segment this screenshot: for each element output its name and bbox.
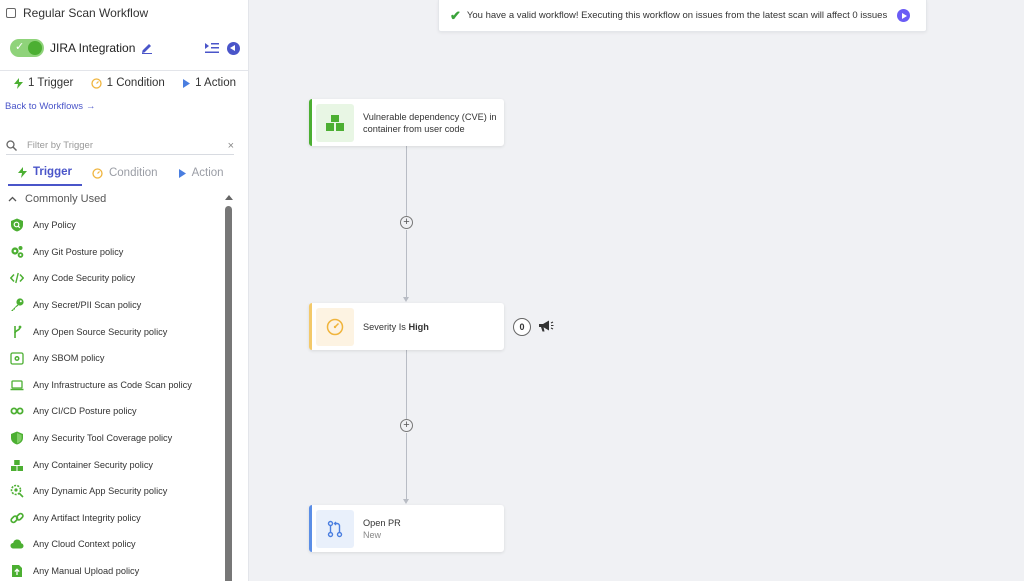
connector-line xyxy=(406,433,407,499)
trigger-line1: Vulnerable dependency (CVE) in xyxy=(363,111,497,122)
cloud-icon xyxy=(10,539,24,549)
issue-count-badge[interactable]: 0 xyxy=(513,318,531,336)
workflow-name: JIRA Integration xyxy=(50,41,136,55)
list-item[interactable]: Any Git Posture policy xyxy=(10,239,215,266)
add-step-plus-icon[interactable]: + xyxy=(400,216,413,229)
condition-value: High xyxy=(408,321,429,332)
list-item[interactable]: Any Container Security policy xyxy=(10,451,215,478)
clear-icon[interactable]: × xyxy=(228,140,234,152)
link-icon xyxy=(10,512,24,524)
list-item[interactable]: Any Open Source Security policy xyxy=(10,318,215,345)
scrollbar-thumb[interactable] xyxy=(225,206,232,581)
window-icon xyxy=(6,7,16,18)
dynamic-gear-icon xyxy=(10,484,24,498)
pull-request-icon xyxy=(316,509,354,548)
play-icon xyxy=(178,168,186,178)
laptop-icon xyxy=(10,380,24,391)
scroll-up-arrow[interactable] xyxy=(225,195,233,200)
list-item[interactable]: Any CI/CD Posture policy xyxy=(10,398,215,425)
play-icon xyxy=(183,78,191,88)
list-item[interactable]: Any Cloud Context policy xyxy=(10,531,215,558)
containers-icon xyxy=(316,103,354,142)
gauge-icon xyxy=(90,77,102,89)
shield-icon xyxy=(11,431,23,445)
list-item[interactable]: Any Code Security policy xyxy=(10,265,215,292)
code-icon xyxy=(10,273,24,284)
containers-icon xyxy=(11,459,23,471)
workflow-counts: 1 Trigger 1 Condition 1 Action xyxy=(14,77,236,89)
condition-node[interactable]: Severity Is High xyxy=(309,303,504,350)
filter-bar: × xyxy=(6,137,234,155)
infinity-icon xyxy=(10,407,24,415)
action-count: 1 Action xyxy=(182,77,236,89)
list-item[interactable]: Any Infrastructure as Code Scan policy xyxy=(10,372,215,399)
gauge-icon xyxy=(92,167,103,179)
gauge-icon xyxy=(316,307,354,346)
trigger-line2: container from user code xyxy=(363,123,465,134)
gears-icon xyxy=(11,245,24,258)
action-status: New xyxy=(363,529,382,540)
arrow-right-icon: → xyxy=(85,101,96,112)
tab-action[interactable]: Action xyxy=(168,160,234,186)
branch-icon xyxy=(14,325,22,338)
connector-line xyxy=(406,230,407,297)
tab-bar: Trigger Condition Action xyxy=(8,160,234,186)
connector-arrow xyxy=(403,499,409,504)
action-node[interactable]: Open PR New xyxy=(309,505,504,552)
list-item[interactable]: Any Artifact Integrity policy xyxy=(10,505,215,532)
condition-label: Severity Is xyxy=(363,321,406,332)
validation-banner: ✔ You have a valid workflow! Executing t… xyxy=(438,0,927,32)
add-step-plus-icon[interactable]: + xyxy=(400,419,413,432)
policy-search-icon xyxy=(11,218,23,232)
workflow-name-row: ✓ JIRA Integration xyxy=(10,37,240,59)
back-to-workflows-link[interactable]: Back to Workflows → xyxy=(5,101,95,112)
connector-line xyxy=(406,350,407,419)
megaphone-icon[interactable] xyxy=(538,319,554,333)
sidebar-header: Regular Scan Workflow xyxy=(0,0,248,25)
filter-input[interactable] xyxy=(27,140,228,151)
banner-message: You have a valid workflow! Executing thi… xyxy=(466,10,888,21)
list-item[interactable]: Any Security Tool Coverage policy xyxy=(10,425,215,452)
workflow-toggle[interactable]: ✓ xyxy=(10,39,44,57)
workflow-title: Regular Scan Workflow xyxy=(23,5,149,20)
check-icon: ✔ xyxy=(450,7,461,23)
connector-arrow xyxy=(403,297,409,302)
connector-line xyxy=(406,146,407,216)
tab-trigger[interactable]: Trigger xyxy=(8,160,82,186)
collapse-sidebar-icon[interactable] xyxy=(227,41,240,55)
search-icon xyxy=(6,140,17,151)
list-item[interactable]: Any Policy xyxy=(10,212,215,239)
bolt-icon xyxy=(14,77,23,89)
condition-count: 1 Condition xyxy=(90,77,165,89)
check-icon: ✓ xyxy=(15,41,25,53)
run-icon[interactable] xyxy=(897,9,910,22)
edit-pencil-icon[interactable] xyxy=(141,42,153,54)
commonly-used-toggle[interactable]: Commonly Used xyxy=(8,193,106,205)
sidebar: Regular Scan Workflow ✓ JIRA Integration… xyxy=(0,0,249,581)
trigger-list: Any Policy Any Git Posture policy Any Co… xyxy=(10,212,215,581)
list-item[interactable]: Any Secret/PII Scan policy xyxy=(10,292,215,319)
tab-condition[interactable]: Condition xyxy=(82,160,168,186)
collapse-list-icon[interactable] xyxy=(205,42,219,54)
upload-icon xyxy=(12,565,22,578)
trigger-count: 1 Trigger xyxy=(14,77,73,89)
bolt-icon xyxy=(18,166,27,178)
list-item[interactable]: Any Dynamic App Security policy xyxy=(10,478,215,505)
list-item[interactable]: Any SBOM policy xyxy=(10,345,215,372)
key-icon xyxy=(11,298,24,312)
trigger-node[interactable]: Vulnerable dependency (CVE) in container… xyxy=(309,99,504,146)
sbom-icon xyxy=(10,352,24,365)
action-title: Open PR xyxy=(363,517,401,528)
chevron-up-icon xyxy=(8,196,17,202)
list-item[interactable]: Any Manual Upload policy xyxy=(10,558,215,581)
